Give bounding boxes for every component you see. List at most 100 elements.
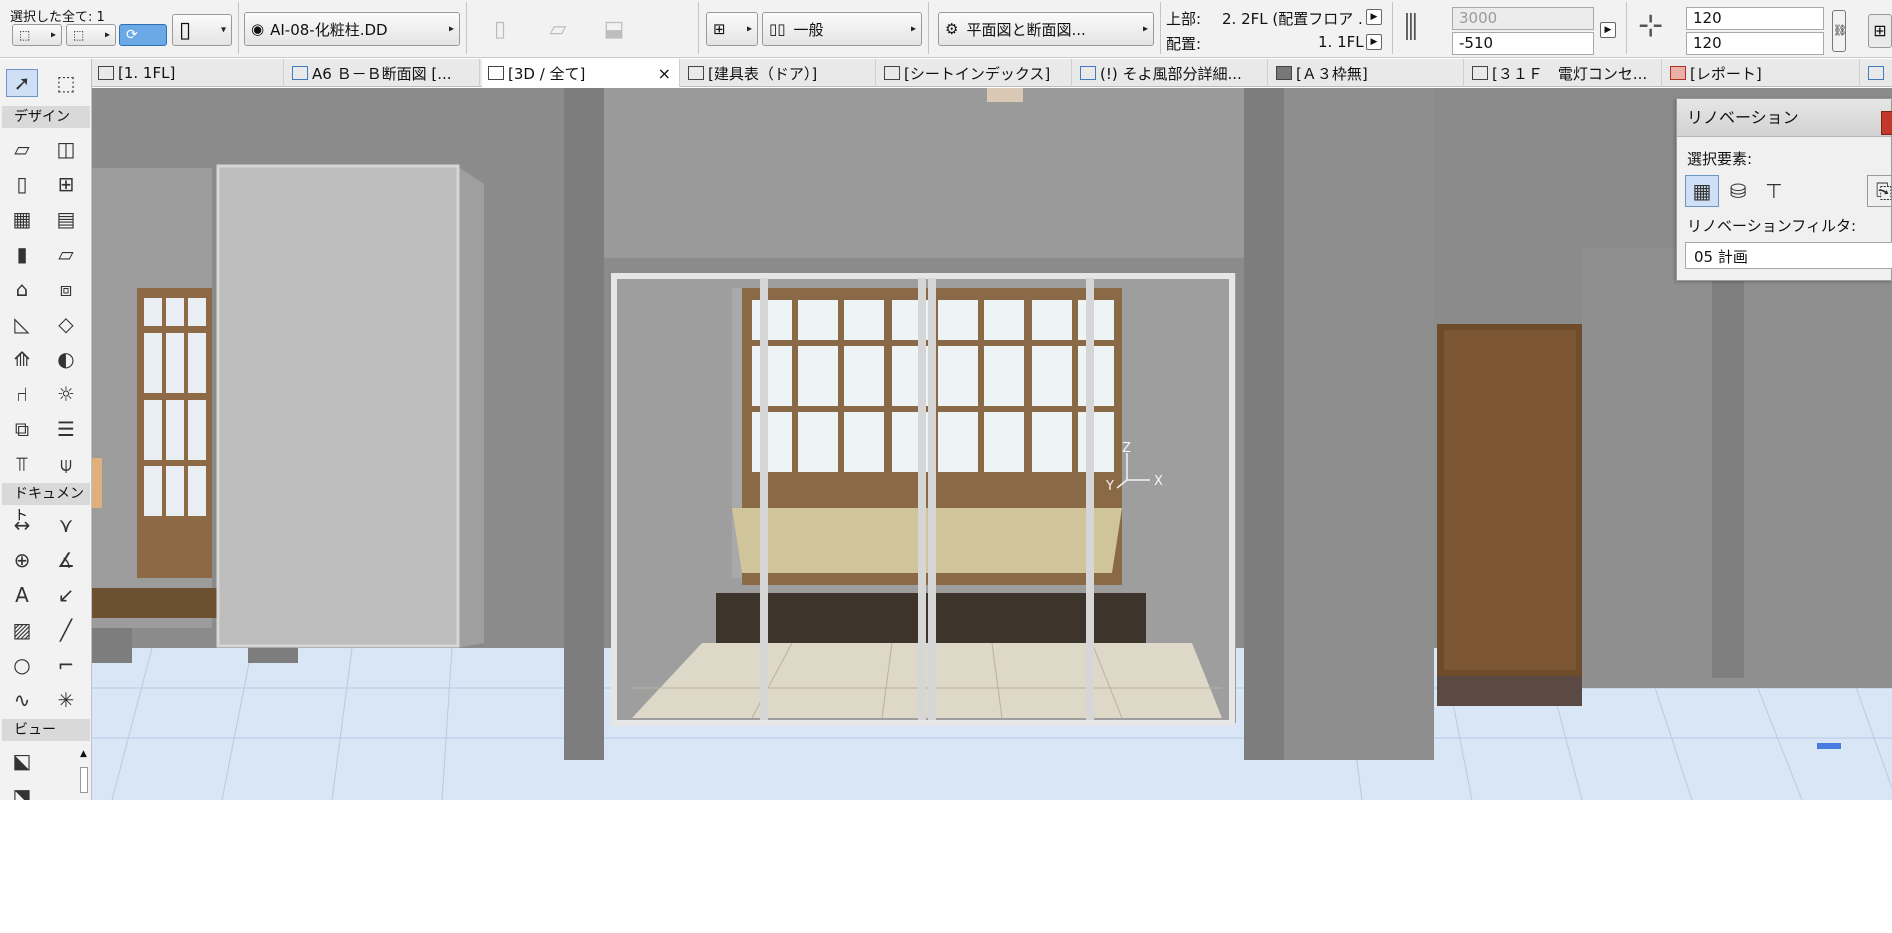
window-tool[interactable]: ⊞ <box>50 170 82 198</box>
zone-tool[interactable]: ◐ <box>50 345 82 373</box>
geometry-method-button[interactable]: ⊞ ▸ <box>706 12 758 46</box>
height-offset-icon: ⫼ <box>1404 10 1418 45</box>
panel-icon: ▤ <box>56 207 76 231</box>
height-field[interactable]: 3000 <box>1452 7 1594 30</box>
close-tab-icon[interactable]: × <box>658 64 671 83</box>
circle-tool[interactable]: ○ <box>6 651 38 679</box>
width-field-1[interactable]: 120 <box>1686 7 1824 30</box>
label-tool[interactable]: ↙ <box>50 581 82 609</box>
dimension-icon: ↔ <box>13 513 31 537</box>
angle-dimension-tool[interactable]: ∡ <box>50 546 82 574</box>
crosshair-icon: ⊕ <box>13 548 31 572</box>
radial-dimension-tool[interactable]: ⊕ <box>6 546 38 574</box>
spline-icon: ∿ <box>13 688 31 712</box>
figure-tool[interactable]: ⬕ <box>6 747 38 775</box>
renovation-new-button[interactable]: ⊤ <box>1757 175 1791 207</box>
section-document[interactable]: ドキュメント <box>2 483 90 524</box>
door-tool[interactable]: ▯ <box>6 170 38 198</box>
column-tool[interactable]: ▮ <box>6 240 38 268</box>
column-straight-icon[interactable]: ▯ <box>486 12 514 46</box>
section-design[interactable]: デザイン <box>2 106 90 128</box>
zone-icon: ◐ <box>57 347 75 371</box>
roof-tool[interactable]: ⌂ <box>6 275 38 303</box>
slab-tool[interactable]: ⧈ <box>50 275 82 303</box>
toolbox-scrollbar[interactable] <box>80 767 88 793</box>
column-type-button[interactable]: ▯ ▾ <box>172 14 232 46</box>
offset-arrow[interactable]: ▶ <box>1600 22 1616 38</box>
level-dimension-tool[interactable]: ⋎ <box>50 511 82 539</box>
object-tool[interactable]: ⑁ <box>6 380 38 408</box>
tab-sheet-index[interactable]: [シートインデックス] <box>878 59 1072 87</box>
line-tool[interactable]: ╱ <box>50 616 82 644</box>
layer-selector[interactable]: ◉ AI-08-化粧柱.DD ▸ <box>244 12 460 46</box>
text-tool[interactable]: A <box>6 581 38 609</box>
placement-story-arrow[interactable]: ▶ <box>1366 34 1382 50</box>
more-icon[interactable]: ⊞ <box>1868 14 1892 48</box>
renovation-demolish-button[interactable]: ⛁ <box>1721 175 1755 207</box>
3d-model-scene[interactable]: Z X Y <box>92 88 1892 800</box>
railing-tool[interactable]: ⫪ <box>6 450 38 478</box>
shell-tool[interactable]: ◺ <box>6 310 38 338</box>
selected-elements-label: 選択要素: <box>1687 150 1753 168</box>
dimension-tool[interactable]: ↔ <box>6 511 38 539</box>
toolbox-scroll-arrow[interactable]: ▲ <box>80 749 87 759</box>
report-icon <box>1670 66 1686 80</box>
floor-plan-icon <box>98 66 114 80</box>
tab-detail[interactable]: (!) そよ風部分詳細... <box>1074 59 1268 87</box>
mesh-tool[interactable]: ◇ <box>50 310 82 338</box>
image-icon: ⬕ <box>12 749 32 773</box>
arrow-tool[interactable]: ➚ <box>6 69 38 97</box>
tab-1fl[interactable]: [1. 1FL] <box>92 59 284 87</box>
3d-viewport[interactable]: Z X Y <box>92 88 1892 800</box>
slab-icon: ⧈ <box>59 277 73 301</box>
floor-plan-section-button[interactable]: ⚙ 平面図と断面図... ▸ <box>938 12 1154 46</box>
lamp-tool[interactable]: ☼ <box>50 380 82 408</box>
view-tab-bar: [1. 1FL] A6 Ｂ－Ｂ断面図 [... [3D / 全て] × [建具表（… <box>92 59 1892 87</box>
view-type-selector[interactable]: ▯▯ 一般 ▸ <box>762 12 922 46</box>
tab-31f-electrical[interactable]: [３１Ｆ 電灯コンセ... <box>1466 59 1662 87</box>
section-view[interactable]: ビュー <box>2 719 90 741</box>
tab-3d-all[interactable]: [3D / 全て] × <box>482 59 680 87</box>
window-icon: ⊞ <box>57 172 75 196</box>
tab-door-schedule[interactable]: [建具表（ドア）] <box>682 59 876 87</box>
column-slanted-icon[interactable]: ▱ <box>544 12 572 46</box>
panel-tool[interactable]: ▤ <box>50 205 82 233</box>
relative-construction-button[interactable]: ⟳ <box>119 24 167 46</box>
fill-tool[interactable]: ▨ <box>6 616 38 644</box>
tab-a3-frame[interactable]: [Ａ３枠無] <box>1270 59 1464 87</box>
polyline-tool[interactable]: ⌐ <box>50 651 82 679</box>
top-story-arrow[interactable]: ▶ <box>1366 9 1382 25</box>
stair-tool[interactable]: ⧉ <box>6 415 38 443</box>
width-field-2[interactable]: 120 <box>1686 32 1824 55</box>
marker-tool[interactable]: ⍦ <box>50 450 82 478</box>
top-info-toolbar: 選択した全て: 1 ⬚ ▸ ⬚ ▸ ⟳ ▯ ▾ ◉ AI-08-化粧柱.DD ▸ ▯ … <box>0 0 1892 58</box>
worksheet-tool[interactable]: ⬔ <box>6 782 38 800</box>
curtain-wall-tool[interactable]: ◫ <box>50 135 82 163</box>
spline-tool[interactable]: ∿ <box>6 686 38 714</box>
brick-icon: ▦ <box>1692 179 1712 203</box>
renovation-existing-button[interactable]: ▦ <box>1685 175 1719 207</box>
renovation-settings-button[interactable]: ⎘ <box>1867 175 1892 207</box>
eye-icon: ◉ <box>251 20 265 38</box>
wall-tool[interactable]: ▱ <box>6 135 38 163</box>
selection-method-button[interactable]: ⬚ ▸ <box>12 24 62 46</box>
renovation-title[interactable]: リノベーション <box>1677 99 1891 137</box>
renovation-filter-select[interactable]: 05 計画 <box>1685 242 1892 269</box>
offset-field[interactable]: -510 <box>1452 32 1594 55</box>
tab-section-bb[interactable]: A6 Ｂ－Ｂ断面図 [... <box>286 59 480 87</box>
close-palette-icon[interactable] <box>1881 111 1892 135</box>
marquee-method-button[interactable]: ⬚ ▸ <box>66 24 116 46</box>
beam-tool[interactable]: ⏥ <box>50 240 82 268</box>
settings-icon: ⚙ <box>945 20 959 38</box>
text-icon: A <box>15 583 29 607</box>
link-icon[interactable]: ⛓ <box>1832 10 1847 52</box>
tab-report[interactable]: [レポート] <box>1664 59 1860 87</box>
layer-stack-tool[interactable]: ☰ <box>50 415 82 443</box>
hotspot-tool[interactable]: ✳ <box>50 686 82 714</box>
marquee-tool[interactable]: ⬚ <box>50 69 82 97</box>
tab-overflow[interactable] <box>1862 59 1892 87</box>
curtain-grid-tool[interactable]: ▦ <box>6 205 38 233</box>
morph-tool[interactable]: ⟰ <box>6 345 38 373</box>
column-rotate-icon[interactable]: ⬓ <box>600 12 628 46</box>
floor-plan-section-label: 平面図と断面図... <box>966 20 1086 39</box>
